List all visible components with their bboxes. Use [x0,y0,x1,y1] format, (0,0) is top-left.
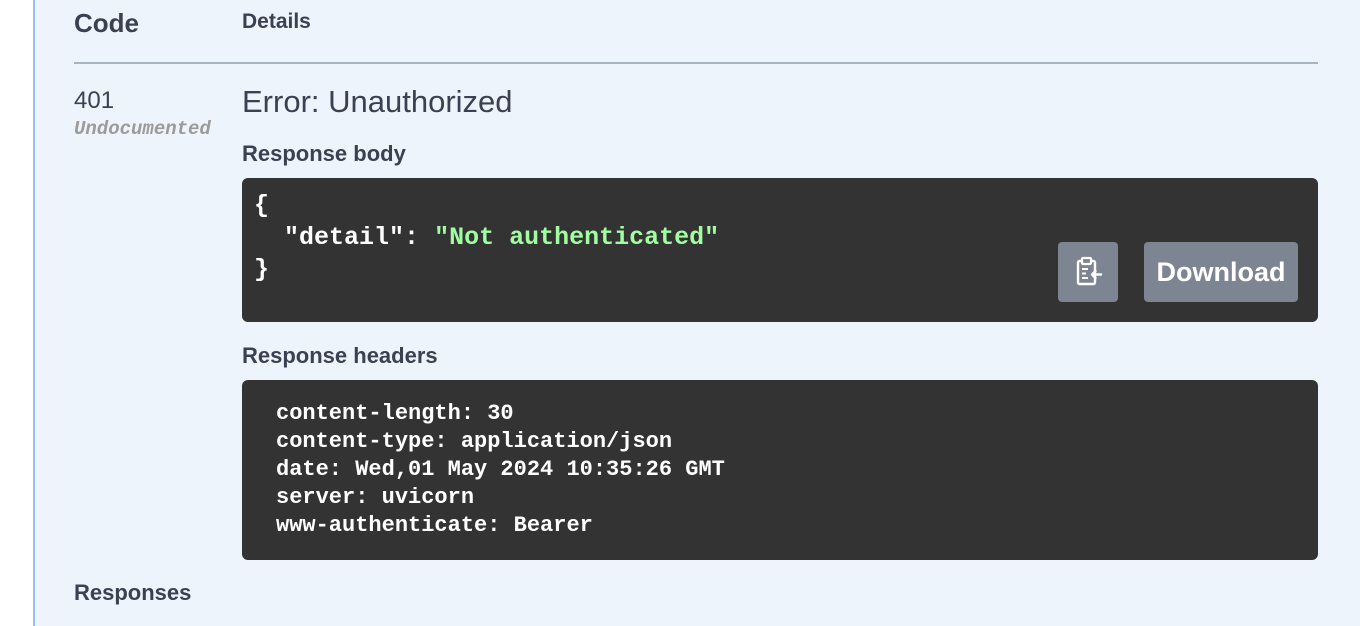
json-colon: : [404,223,435,252]
header-line: server: uvicorn [276,485,475,510]
status-code: 401 [74,87,115,114]
json-open-brace: { [254,191,270,220]
json-value: "Not authenticated" [434,223,720,252]
header-line: content-length: 30 [276,401,514,426]
download-button[interactable]: Download [1144,242,1298,302]
header-divider [74,62,1318,64]
header-line: www-authenticate: Bearer [276,513,593,538]
json-close-brace: } [254,255,270,284]
error-title: Error: Unauthorized [242,84,513,119]
response-headers-text[interactable]: content-length: 30 content-type: applicat… [276,400,725,540]
clipboard-icon [1076,256,1103,286]
header-line: date: Wed,01 May 2024 10:35:26 GMT [276,457,725,482]
undocumented-label: Undocumented [74,118,211,140]
column-header-details: Details [242,10,311,33]
response-body-label: Response body [242,141,406,166]
json-key: "detail" [284,223,405,252]
response-headers-label: Response headers [242,343,438,368]
header-line: content-type: application/json [276,429,673,454]
column-header-code: Code [74,8,139,38]
responses-heading: Responses [74,580,192,605]
copy-to-clipboard-button[interactable] [1058,242,1118,302]
response-body-json[interactable]: { "detail": "Not authenticated" } [254,190,719,286]
